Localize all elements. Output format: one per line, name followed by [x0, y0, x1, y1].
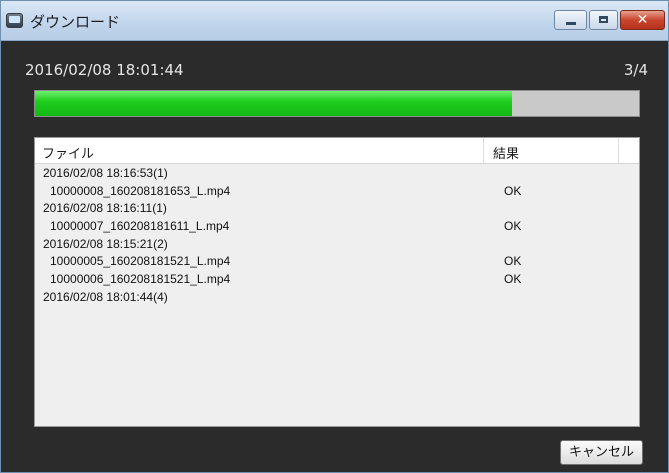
- column-header-file[interactable]: ファイル: [42, 143, 94, 162]
- download-datetime: 2016/02/08 18:01:44: [25, 61, 184, 79]
- column-divider[interactable]: [618, 138, 619, 163]
- progress-bar-fill: [35, 91, 513, 116]
- result-status: OK: [504, 219, 522, 234]
- group-datetime: 2016/02/08 18:15:21(2): [43, 236, 168, 251]
- list-item[interactable]: 10000007_160208181611_L.mp4 OK: [35, 218, 639, 236]
- result-status: OK: [504, 272, 522, 287]
- group-datetime: 2016/02/08 18:01:44(4): [43, 289, 168, 304]
- window-title: ダウンロード: [30, 13, 121, 31]
- list-item[interactable]: 10000006_160208181521_L.mp4 OK: [35, 271, 639, 289]
- list-group-row[interactable]: 2016/02/08 18:15:21(2): [35, 236, 639, 254]
- download-result-list[interactable]: ファイル 結果 2016/02/08 18:16:53(1) 10000008_1…: [34, 137, 640, 427]
- file-name: 10000006_160208181521_L.mp4: [50, 272, 231, 287]
- cancel-button[interactable]: キャンセル: [560, 440, 643, 465]
- minimize-button[interactable]: [554, 10, 587, 30]
- column-header-result[interactable]: 結果: [493, 143, 519, 162]
- list-item[interactable]: 10000008_160208181653_L.mp4 OK: [35, 183, 639, 201]
- group-datetime: 2016/02/08 18:16:11(1): [43, 201, 167, 216]
- download-app-icon: [6, 13, 23, 28]
- result-status: OK: [504, 254, 522, 269]
- maximize-icon: [599, 16, 608, 23]
- file-name: 10000007_160208181611_L.mp4: [50, 219, 230, 234]
- list-rows: 2016/02/08 18:16:53(1) 10000008_160208181…: [35, 165, 639, 307]
- close-icon: ✕: [636, 12, 649, 28]
- group-datetime: 2016/02/08 18:16:53(1): [43, 166, 168, 180]
- download-counter: 3/4: [623, 61, 648, 79]
- title-bar[interactable]: ダウンロード ✕: [1, 1, 668, 41]
- download-window: ダウンロード ✕ 2016/02/08 18:01:44 3/4 ファイル 結果…: [0, 0, 669, 473]
- minimize-icon: [566, 22, 576, 25]
- list-group-row[interactable]: 2016/02/08 18:16:53(1): [35, 165, 639, 183]
- list-group-row[interactable]: 2016/02/08 18:16:11(1): [35, 200, 639, 218]
- close-button[interactable]: ✕: [620, 10, 665, 30]
- file-name: 10000008_160208181653_L.mp4: [50, 183, 231, 198]
- download-progress-bar: [34, 90, 640, 117]
- list-item[interactable]: 10000005_160208181521_L.mp4 OK: [35, 253, 639, 271]
- maximize-button[interactable]: [589, 10, 618, 30]
- list-header: ファイル 結果: [35, 138, 639, 164]
- list-group-row[interactable]: 2016/02/08 18:01:44(4): [35, 289, 639, 307]
- column-divider[interactable]: [483, 138, 484, 163]
- file-name: 10000005_160208181521_L.mp4: [50, 254, 231, 269]
- result-status: OK: [504, 183, 522, 198]
